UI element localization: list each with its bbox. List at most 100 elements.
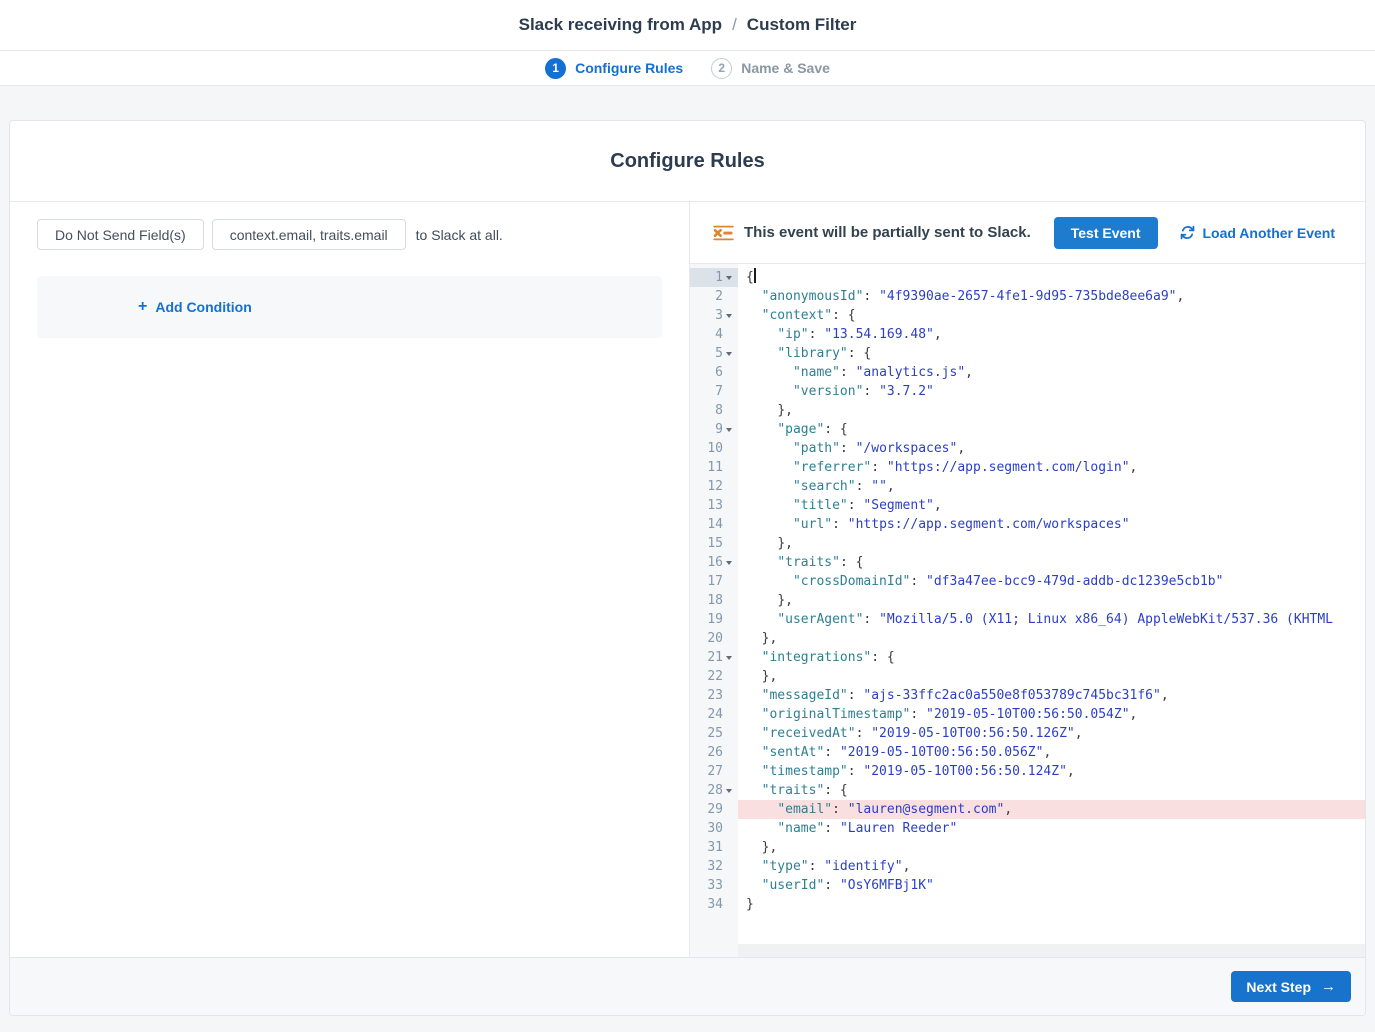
editor-line[interactable]: "crossDomainId": "df3a47ee-bcc9-479d-add… [738, 572, 1365, 591]
step-1-circle: 1 [545, 58, 566, 79]
editor-line[interactable]: }, [738, 591, 1365, 610]
text-cursor [754, 268, 756, 283]
editor-line[interactable]: "userId": "OsY6MFBj1K" [738, 876, 1365, 895]
editor-gutter-line: 1 [690, 268, 738, 287]
editor-gutter-line: 30 [690, 819, 738, 838]
card-body: Do Not Send Field(s) context.email, trai… [10, 202, 1365, 957]
editor-gutter-line: 5 [690, 344, 738, 363]
fold-toggle-icon[interactable] [726, 561, 732, 565]
editor-line[interactable]: "traits": { [738, 781, 1365, 800]
editor-gutter-line: 24 [690, 705, 738, 724]
card-footer: Next Step → [10, 957, 1365, 1015]
step-name-and-save[interactable]: 2 Name & Save [711, 58, 830, 79]
editor-gutter-line: 19 [690, 610, 738, 629]
editor-gutter-line: 26 [690, 743, 738, 762]
plus-icon: + [138, 299, 147, 315]
editor-gutter: 1234567891011121314151617181920212223242… [690, 264, 738, 957]
editor-line[interactable]: "library": { [738, 344, 1365, 363]
editor-line[interactable]: "search": "", [738, 477, 1365, 496]
fold-toggle-icon[interactable] [726, 656, 732, 660]
breadcrumb-destination: Slack receiving from App [519, 15, 722, 35]
editor-line[interactable]: "name": "analytics.js", [738, 363, 1365, 382]
editor-gutter-line: 34 [690, 895, 738, 914]
editor-line[interactable]: }, [738, 534, 1365, 553]
editor-line[interactable]: "title": "Segment", [738, 496, 1365, 515]
test-event-button[interactable]: Test Event [1054, 217, 1158, 249]
page-header: Slack receiving from App / Custom Filter [0, 0, 1375, 51]
editor-gutter-line: 7 [690, 382, 738, 401]
editor-line[interactable]: "email": "lauren@segment.com", [738, 800, 1365, 819]
editor-gutter-line: 10 [690, 439, 738, 458]
next-step-label: Next Step [1246, 979, 1311, 995]
editor-gutter-line: 4 [690, 325, 738, 344]
fold-toggle-icon[interactable] [726, 352, 732, 356]
editor-gutter-line: 17 [690, 572, 738, 591]
add-condition-button[interactable]: + Add Condition [138, 299, 252, 315]
editor-line[interactable]: "sentAt": "2019-05-10T00:56:50.056Z", [738, 743, 1365, 762]
editor-line[interactable]: "type": "identify", [738, 857, 1365, 876]
editor-gutter-line: 11 [690, 458, 738, 477]
add-condition-label: Add Condition [155, 299, 251, 315]
step-2-circle: 2 [711, 58, 732, 79]
load-another-event-button[interactable]: Load Another Event [1180, 225, 1336, 241]
editor-line[interactable]: "referrer": "https://app.segment.com/log… [738, 458, 1365, 477]
editor-gutter-line: 6 [690, 363, 738, 382]
editor-line[interactable]: "receivedAt": "2019-05-10T00:56:50.126Z"… [738, 724, 1365, 743]
editor-line[interactable]: } [738, 895, 1365, 914]
editor-gutter-line: 2 [690, 287, 738, 306]
editor-gutter-line: 31 [690, 838, 738, 857]
editor-gutter-line: 15 [690, 534, 738, 553]
refresh-icon [1180, 225, 1195, 240]
event-preview-pane: This event will be partially sent to Sla… [690, 202, 1365, 957]
editor-gutter-line: 3 [690, 306, 738, 325]
breadcrumb-separator: / [722, 15, 747, 35]
add-condition-box: + Add Condition [37, 276, 662, 338]
next-step-button[interactable]: Next Step → [1231, 971, 1351, 1002]
editor-line[interactable]: }, [738, 838, 1365, 857]
rule-action-dropdown[interactable]: Do Not Send Field(s) [37, 219, 204, 250]
editor-line[interactable]: "url": "https://app.segment.com/workspac… [738, 515, 1365, 534]
editor-horizontal-scrollbar[interactable] [738, 944, 1365, 957]
editor-line[interactable]: }, [738, 667, 1365, 686]
editor-gutter-line: 20 [690, 629, 738, 648]
editor-code-area[interactable]: { "anonymousId": "4f9390ae-2657-4fe1-9d9… [738, 264, 1365, 957]
configure-rules-card: Configure Rules Do Not Send Field(s) con… [9, 120, 1366, 1016]
editor-line[interactable]: "ip": "13.54.169.48", [738, 325, 1365, 344]
fold-toggle-icon[interactable] [726, 428, 732, 432]
editor-line[interactable]: }, [738, 401, 1365, 420]
rule-suffix-text: to Slack at all. [416, 227, 503, 243]
editor-gutter-line: 25 [690, 724, 738, 743]
steps-bar: 1 Configure Rules 2 Name & Save [0, 51, 1375, 86]
editor-gutter-line: 23 [690, 686, 738, 705]
editor-line[interactable]: "version": "3.7.2" [738, 382, 1365, 401]
load-another-event-label: Load Another Event [1203, 225, 1336, 241]
editor-line[interactable]: "path": "/workspaces", [738, 439, 1365, 458]
editor-line[interactable]: { [738, 268, 1365, 287]
rule-row: Do Not Send Field(s) context.email, trai… [37, 219, 662, 250]
editor-line[interactable]: "userAgent": "Mozilla/5.0 (X11; Linux x8… [738, 610, 1365, 629]
event-status-text: This event will be partially sent to Sla… [744, 224, 1031, 241]
editor-line[interactable]: "name": "Lauren Reeder" [738, 819, 1365, 838]
editor-line[interactable]: "page": { [738, 420, 1365, 439]
editor-gutter-line: 8 [690, 401, 738, 420]
editor-gutter-line: 18 [690, 591, 738, 610]
step-configure-rules[interactable]: 1 Configure Rules [545, 58, 683, 79]
step-2-label: Name & Save [741, 60, 830, 76]
json-event-editor[interactable]: 1234567891011121314151617181920212223242… [690, 264, 1365, 957]
editor-line[interactable]: "timestamp": "2019-05-10T00:56:50.124Z", [738, 762, 1365, 781]
editor-gutter-line: 22 [690, 667, 738, 686]
rule-fields-dropdown[interactable]: context.email, traits.email [212, 219, 406, 250]
editor-line[interactable]: "originalTimestamp": "2019-05-10T00:56:5… [738, 705, 1365, 724]
editor-line[interactable]: "traits": { [738, 553, 1365, 572]
editor-gutter-line: 9 [690, 420, 738, 439]
fold-toggle-icon[interactable] [726, 276, 732, 280]
editor-line[interactable]: }, [738, 629, 1365, 648]
fold-toggle-icon[interactable] [726, 789, 732, 793]
editor-gutter-line: 16 [690, 553, 738, 572]
editor-line[interactable]: "integrations": { [738, 648, 1365, 667]
fold-toggle-icon[interactable] [726, 314, 732, 318]
editor-line[interactable]: "context": { [738, 306, 1365, 325]
editor-gutter-line: 33 [690, 876, 738, 895]
editor-line[interactable]: "anonymousId": "4f9390ae-2657-4fe1-9d95-… [738, 287, 1365, 306]
editor-line[interactable]: "messageId": "ajs-33ffc2ac0a550e8f053789… [738, 686, 1365, 705]
